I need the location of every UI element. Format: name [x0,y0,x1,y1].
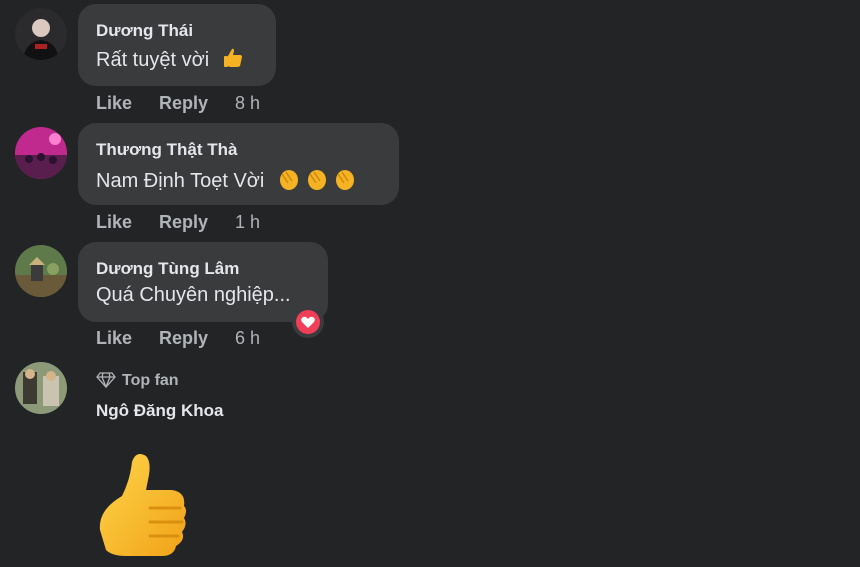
diamond-icon [96,372,116,389]
comment-text: Rất tuyệt vời [96,46,245,76]
thumbs-up-icon [221,46,245,76]
love-icon [296,310,320,334]
comment-timestamp[interactable]: 1 h [235,212,260,233]
avatar[interactable] [15,362,67,414]
reply-button[interactable]: Reply [159,93,208,114]
comment-text-content: Rất tuyệt vời [96,49,210,71]
reply-button[interactable]: Reply [159,212,208,233]
clapping-hands-icon [276,165,360,197]
thumbs-up-icon [99,454,186,556]
avatar[interactable] [15,127,67,179]
comment-text: Quá Chuyên nghiệp... [96,284,291,307]
comment-bubble: Dương Tùng Lâm Quá Chuyên nghiệp... [78,242,328,322]
comment-timestamp[interactable]: 8 h [235,93,260,114]
comment-author[interactable]: Dương Thái [96,21,193,41]
like-button[interactable]: Like [96,93,132,114]
comment-bubble: Dương Thái Rất tuyệt vời [78,4,276,86]
comment-author[interactable]: Ngô Đăng Khoa [96,401,224,421]
thumbs-up-sticker [92,450,192,567]
comment-text: Nam Định Toẹt Vời [96,165,360,197]
reply-button[interactable]: Reply [159,328,208,349]
reaction-badge[interactable] [292,306,324,338]
top-fan-badge: Top fan [96,372,179,390]
like-button[interactable]: Like [96,212,132,233]
comment-text-content: Nam Định Toẹt Vời [96,170,265,192]
avatar[interactable] [15,245,67,297]
like-button[interactable]: Like [96,328,132,349]
avatar[interactable] [15,8,67,60]
comment-bubble: Thương Thật Thà Nam Định Toẹt Vời [78,123,399,205]
comment-timestamp[interactable]: 6 h [235,328,260,349]
comment-author[interactable]: Thương Thật Thà [96,140,238,160]
comment-author[interactable]: Dương Tùng Lâm [96,259,239,279]
comment-text-content: Quá Chuyên nghiệp... [96,284,291,306]
top-fan-label: Top fan [122,372,179,389]
